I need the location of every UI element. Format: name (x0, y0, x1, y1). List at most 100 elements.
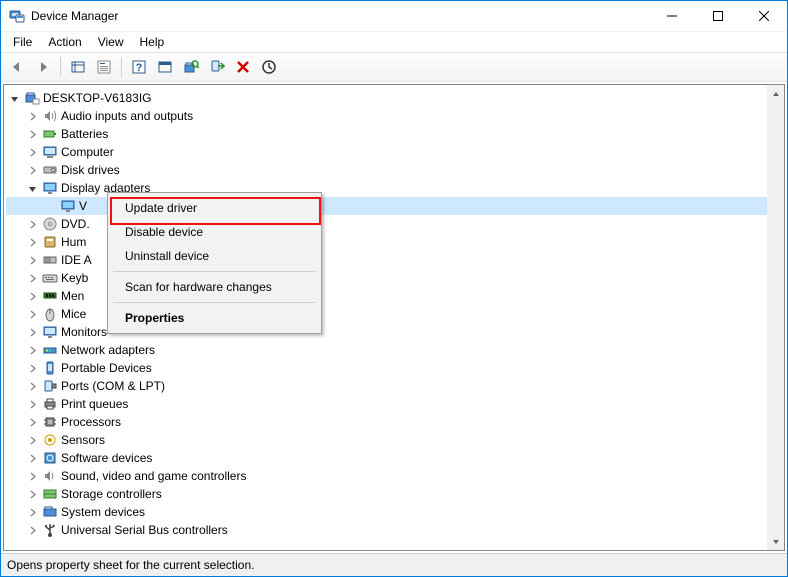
expand-icon[interactable] (24, 396, 40, 412)
tree-node-label: Sensors (61, 433, 105, 447)
ctx-item-label: Uninstall device (125, 249, 209, 263)
printer-icon (42, 396, 58, 412)
software-icon (42, 450, 58, 466)
collapse-icon[interactable] (6, 90, 22, 106)
toolbar-separator (121, 57, 122, 77)
root-icon (24, 90, 40, 106)
ctx-disable-device[interactable]: Disable device (111, 220, 318, 244)
expand-icon[interactable] (24, 306, 40, 322)
tree-category-node[interactable]: System devices (6, 503, 782, 521)
ctx-item-label: Disable device (125, 225, 203, 239)
uninstall-button[interactable] (231, 55, 255, 79)
expand-icon[interactable] (24, 234, 40, 250)
status-bar: Opens property sheet for the current sel… (1, 553, 787, 576)
tree-category-node[interactable]: Processors (6, 413, 782, 431)
tree-category-node[interactable]: Audio inputs and outputs (6, 107, 782, 125)
menu-action[interactable]: Action (42, 33, 87, 51)
window-title: Device Manager (31, 9, 649, 23)
port-icon (42, 378, 58, 394)
scroll-track[interactable] (767, 102, 784, 533)
tree-category-node[interactable]: Portable Devices (6, 359, 782, 377)
tree-node-label: IDE A (61, 253, 92, 267)
sound-icon (42, 468, 58, 484)
tree-node-label: DESKTOP-V6183IG (43, 91, 152, 105)
tree-category-node[interactable]: Disk drives (6, 161, 782, 179)
tree-category-node[interactable]: Print queues (6, 395, 782, 413)
expand-icon[interactable] (24, 414, 40, 430)
tree-node-label: Hum (61, 235, 86, 249)
collapse-icon[interactable] (24, 180, 40, 196)
expand-icon[interactable] (24, 378, 40, 394)
tree-category-node[interactable]: Network adapters (6, 341, 782, 359)
ctx-scan-hardware[interactable]: Scan for hardware changes (111, 275, 318, 299)
app-icon (9, 8, 25, 24)
expand-icon[interactable] (24, 162, 40, 178)
disk-icon (42, 162, 58, 178)
tree-category-node[interactable]: Software devices (6, 449, 782, 467)
update-driver-button[interactable] (257, 55, 281, 79)
display-icon (60, 198, 76, 214)
expand-icon[interactable] (24, 270, 40, 286)
status-text: Opens property sheet for the current sel… (7, 558, 254, 572)
menu-view[interactable]: View (92, 33, 130, 51)
display-icon (42, 180, 58, 196)
back-button[interactable] (5, 55, 29, 79)
expand-icon[interactable] (24, 324, 40, 340)
expand-icon[interactable] (24, 432, 40, 448)
system-icon (42, 504, 58, 520)
vertical-scrollbar[interactable] (767, 85, 784, 550)
close-button[interactable] (741, 1, 787, 31)
expand-icon[interactable] (24, 126, 40, 142)
maximize-button[interactable] (695, 1, 741, 31)
expand-icon[interactable] (24, 108, 40, 124)
tree-root-node[interactable]: DESKTOP-V6183IG (6, 89, 782, 107)
expand-icon[interactable] (24, 504, 40, 520)
tree-category-node[interactable]: Computer (6, 143, 782, 161)
tree-node-label: Software devices (61, 451, 152, 465)
scan-hardware-button[interactable] (179, 55, 203, 79)
tree-node-label: Network adapters (61, 343, 155, 357)
window-controls (649, 1, 787, 31)
tree-node-label: Batteries (61, 127, 108, 141)
enable-device-button[interactable] (205, 55, 229, 79)
expand-icon[interactable] (24, 144, 40, 160)
help-button[interactable]: ? (127, 55, 151, 79)
expand-icon[interactable] (24, 342, 40, 358)
expand-icon[interactable] (24, 522, 40, 538)
tree-category-node[interactable]: Sound, video and game controllers (6, 467, 782, 485)
expand-icon[interactable] (24, 288, 40, 304)
tree-category-node[interactable]: Batteries (6, 125, 782, 143)
expand-icon[interactable] (24, 216, 40, 232)
tree-node-label: Disk drives (61, 163, 120, 177)
ctx-uninstall[interactable]: Uninstall device (111, 244, 318, 268)
menu-file[interactable]: File (7, 33, 38, 51)
ctx-properties[interactable]: Properties (111, 306, 318, 330)
properties-button[interactable] (92, 55, 116, 79)
portable-icon (42, 360, 58, 376)
network-icon (42, 342, 58, 358)
tree-category-node[interactable]: Sensors (6, 431, 782, 449)
optical-icon (42, 216, 58, 232)
scroll-down-button[interactable] (767, 533, 784, 550)
tree-node-label: Ports (COM & LPT) (61, 379, 165, 393)
menu-help[interactable]: Help (134, 33, 171, 51)
tree-category-node[interactable]: Universal Serial Bus controllers (6, 521, 782, 539)
expand-icon[interactable] (24, 450, 40, 466)
view-button[interactable] (153, 55, 177, 79)
minimize-button[interactable] (649, 1, 695, 31)
scroll-up-button[interactable] (767, 85, 784, 102)
expand-icon[interactable] (24, 468, 40, 484)
tree-category-node[interactable]: Ports (COM & LPT) (6, 377, 782, 395)
expand-icon[interactable] (24, 486, 40, 502)
ctx-item-label: Update driver (125, 201, 197, 215)
storage-icon (42, 486, 58, 502)
speaker-icon (42, 108, 58, 124)
expand-icon[interactable] (24, 252, 40, 268)
tree-category-node[interactable]: Storage controllers (6, 485, 782, 503)
keyboard-icon (42, 270, 58, 286)
show-hidden-button[interactable] (66, 55, 90, 79)
ide-icon (42, 252, 58, 268)
expand-icon[interactable] (24, 360, 40, 376)
forward-button[interactable] (31, 55, 55, 79)
ctx-update-driver[interactable]: Update driver (111, 196, 318, 220)
